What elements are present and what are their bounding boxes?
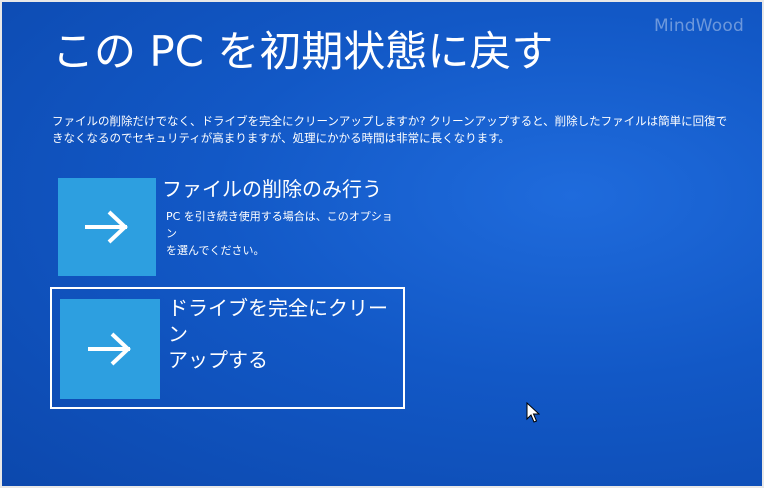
option-tile xyxy=(60,299,160,399)
page-title: この PC を初期状態に戻す xyxy=(52,27,554,76)
watermark: MindWood xyxy=(654,16,744,36)
arrow-right-icon xyxy=(85,210,128,244)
option-clean-drive-fully[interactable]: ドライブを完全にクリーン アップする xyxy=(50,287,405,409)
option-tile xyxy=(58,178,156,276)
reset-pc-screen: MindWood この PC を初期状態に戻す ファイルの削除だけでなく、ドライ… xyxy=(0,0,764,488)
option-title: ドライブを完全にクリーン アップする xyxy=(168,296,388,372)
option-description: PC を引き続き使用する場合は、このオプション を選んでください。 xyxy=(166,210,393,257)
mouse-pointer-icon xyxy=(526,402,540,423)
option-title: ファイルの削除のみ行う xyxy=(162,177,382,201)
arrow-right-icon xyxy=(88,332,131,366)
page-description: ファイルの削除だけでなく、ドライブを完全にクリーンアップしますか? クリーンアッ… xyxy=(52,114,728,145)
option-remove-files-only[interactable]: ファイルの削除のみ行う PC を引き続き使用する場合は、このオプション を選んで… xyxy=(58,177,398,276)
